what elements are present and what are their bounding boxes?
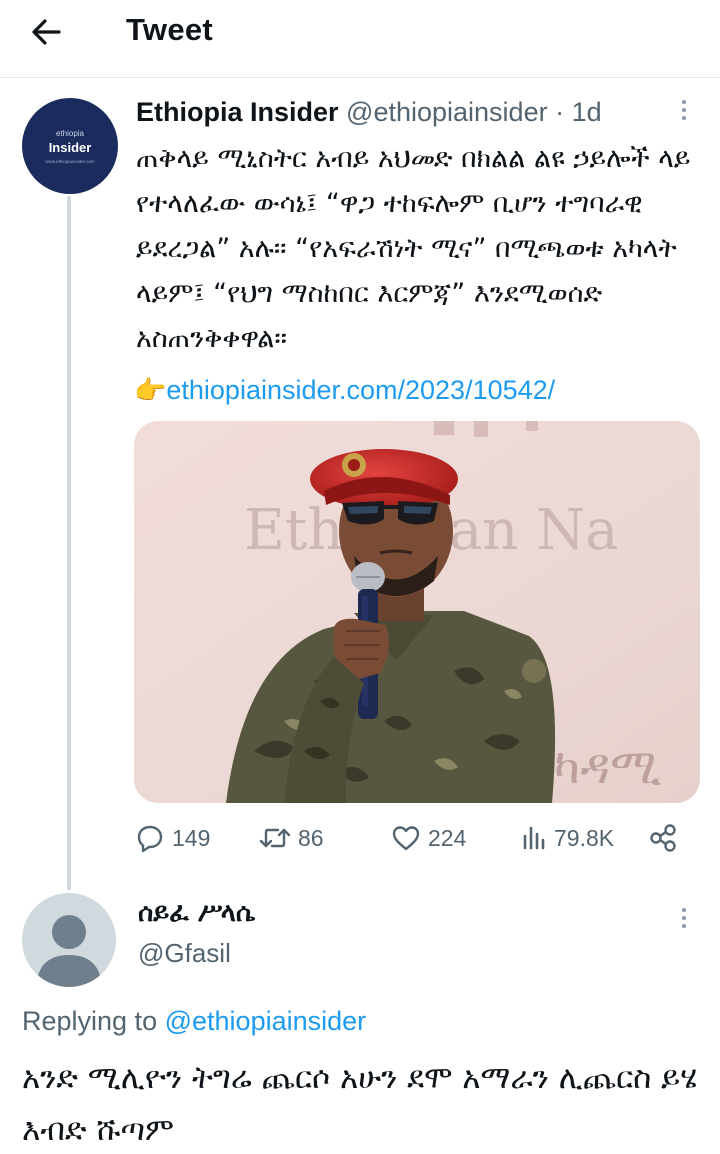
view-count: 79.8K [554, 824, 615, 851]
comment-icon [137, 825, 163, 853]
author-name[interactable]: Ethiopia Insider [136, 97, 339, 127]
replying-to-handle[interactable]: @ethiopiainsider [165, 1006, 367, 1036]
tweet-actions: 149 86 224 79.8K [134, 818, 700, 858]
top-bar: Tweet [0, 0, 720, 78]
tweet-link-row: 👉ethiopiainsider.com/2023/10542/ [134, 368, 555, 412]
reply-author-handle[interactable]: @Gfasil [138, 938, 231, 969]
views-button[interactable]: 79.8K [520, 818, 614, 858]
tweet-media-image[interactable]: Ethiopian Na ካዳሚ [134, 421, 700, 803]
share-button[interactable] [648, 818, 678, 858]
pointing-hand-icon: 👉 [134, 375, 167, 405]
arrow-left-icon [32, 19, 61, 45]
retweet-button[interactable]: 86 [258, 818, 324, 858]
reply-count: 149 [172, 824, 211, 851]
tweet-text: ጠቅላይ ሚኒስትር አብይ አህመድ በክልል ልዩ ኃይሎች ላይ የተላለ… [136, 143, 691, 354]
bar-chart-icon [523, 826, 545, 850]
replying-to-label: Replying to [22, 1006, 158, 1036]
page-title: Tweet [126, 12, 214, 47]
avatar-logo-url: www.ethiopiainsider.com [45, 159, 95, 164]
author-avatar[interactable]: ethiopia Insider www.ethiopiainsider.com [22, 98, 118, 194]
share-icon [650, 824, 676, 852]
banner-text-bottom: ካዳሚ [554, 739, 661, 795]
back-button[interactable] [28, 14, 72, 50]
speaker-photo: Ethiopian Na ካዳሚ [134, 421, 700, 803]
author-handle[interactable]: @ethiopiainsider [346, 97, 548, 127]
reply-text: አንድ ሚሊዮን ትግሬ ጨርሶ አሁን ደሞ አማራን ሊጨርስ ይሄ እብድ… [22, 1060, 698, 1148]
default-profile-icon [36, 915, 102, 987]
author-line: Ethiopia Insider @ethiopiainsider · 1d [136, 94, 602, 130]
avatar-logo-small: ethiopia [55, 129, 85, 138]
reply-button[interactable]: 149 [134, 818, 210, 858]
reply-avatar[interactable] [22, 893, 116, 987]
like-button[interactable]: 224 [390, 818, 466, 858]
heart-icon [392, 826, 420, 851]
thread-line [67, 196, 71, 890]
avatar-logo-text: Insider [48, 140, 92, 155]
separator: · [555, 97, 565, 127]
more-options-icon[interactable] [679, 100, 689, 126]
retweet-count: 86 [298, 824, 324, 851]
tweet-link[interactable]: ethiopiainsider.com/2023/10542/ [166, 375, 555, 405]
replying-to: Replying to @ethiopiainsider [22, 1006, 366, 1037]
like-count: 224 [428, 824, 467, 851]
timestamp[interactable]: 1d [572, 97, 602, 127]
retweet-icon [259, 828, 291, 848]
reply-more-options-icon[interactable] [679, 908, 689, 934]
reply-author-name[interactable]: ሰይፈ ሥላሴ [138, 898, 255, 929]
